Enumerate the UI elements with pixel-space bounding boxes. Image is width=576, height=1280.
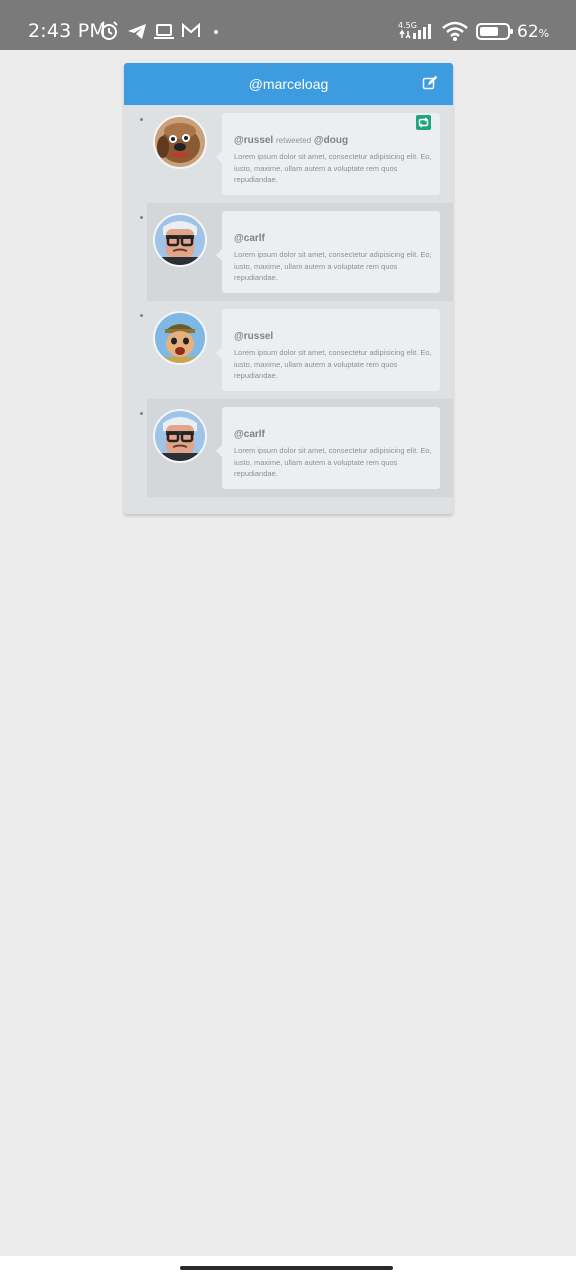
tweet-username[interactable]: @carlf xyxy=(234,233,265,244)
tweet-text: Lorem ipsum dolor sit amet, consectetur … xyxy=(234,446,432,478)
tweet-item[interactable]: @carlf Lorem ipsum dolor sit amet, conse… xyxy=(124,203,453,301)
retweet-label: retweeted xyxy=(276,136,312,145)
telegram-icon xyxy=(128,24,146,39)
tweet-username[interactable]: @carlf xyxy=(234,429,265,440)
compose-edit-icon[interactable] xyxy=(422,75,438,91)
wifi-icon xyxy=(442,21,468,41)
battery-icon xyxy=(476,23,513,40)
list-bullet xyxy=(140,314,143,317)
retweet-badge-icon xyxy=(416,115,431,130)
tweet-bubble: @russel retweeted @doug Lorem ipsum dolo… xyxy=(216,113,440,195)
signal-icon xyxy=(399,24,431,39)
gesture-nav-bar xyxy=(0,1256,576,1280)
battery-percentage: 62% xyxy=(517,22,550,42)
tweet-bubble: @carlf Lorem ipsum dolor sit amet, conse… xyxy=(216,211,440,293)
list-bullet xyxy=(140,216,143,219)
tweet-bubble: @carlf Lorem ipsum dolor sit amet, conse… xyxy=(216,407,440,489)
tweet-header: @carlf xyxy=(234,233,265,244)
tweet-header: @russel retweeted @doug xyxy=(234,135,348,146)
tweet-header: @carlf xyxy=(234,429,265,440)
tweet-text: Lorem ipsum dolor sit amet, consectetur … xyxy=(234,250,432,282)
tweet-text: Lorem ipsum dolor sit amet, consectetur … xyxy=(234,348,432,380)
panel-header: @marceloag xyxy=(124,63,453,105)
original-username[interactable]: @doug xyxy=(314,135,348,146)
tweet-username[interactable]: @russel xyxy=(234,331,273,342)
carl-avatar[interactable] xyxy=(153,409,207,463)
tweet-item[interactable]: @russel retweeted @doug Lorem ipsum dolo… xyxy=(124,105,453,203)
home-indicator[interactable] xyxy=(180,1266,393,1270)
tweet-text: Lorem ipsum dolor sit amet, consectetur … xyxy=(234,152,432,184)
timeline-panel: @marceloag @russel retweeted @doug Lorem… xyxy=(124,63,453,514)
tweet-username[interactable]: @russel xyxy=(234,135,273,146)
laptop-icon xyxy=(154,24,174,39)
tweet-item[interactable]: @russel Lorem ipsum dolor sit amet, cons… xyxy=(124,301,453,399)
tweet-bubble: @russel Lorem ipsum dolor sit amet, cons… xyxy=(216,309,440,391)
tweet-item[interactable]: @carlf Lorem ipsum dolor sit amet, conse… xyxy=(124,399,453,497)
status-time: 2:43 PM xyxy=(28,20,106,42)
russell-avatar[interactable] xyxy=(153,311,207,365)
carl-avatar[interactable] xyxy=(153,213,207,267)
alarm-icon xyxy=(100,21,118,40)
dug-dog-avatar[interactable] xyxy=(153,115,207,169)
panel-title: @marceloag xyxy=(248,76,329,92)
tweet-header: @russel xyxy=(234,331,273,342)
status-bar: 2:43 PM 4.5G 62% xyxy=(0,0,576,50)
notification-dot-icon xyxy=(214,30,218,34)
list-bullet xyxy=(140,118,143,121)
gmail-icon xyxy=(182,22,200,37)
list-bullet xyxy=(140,412,143,415)
